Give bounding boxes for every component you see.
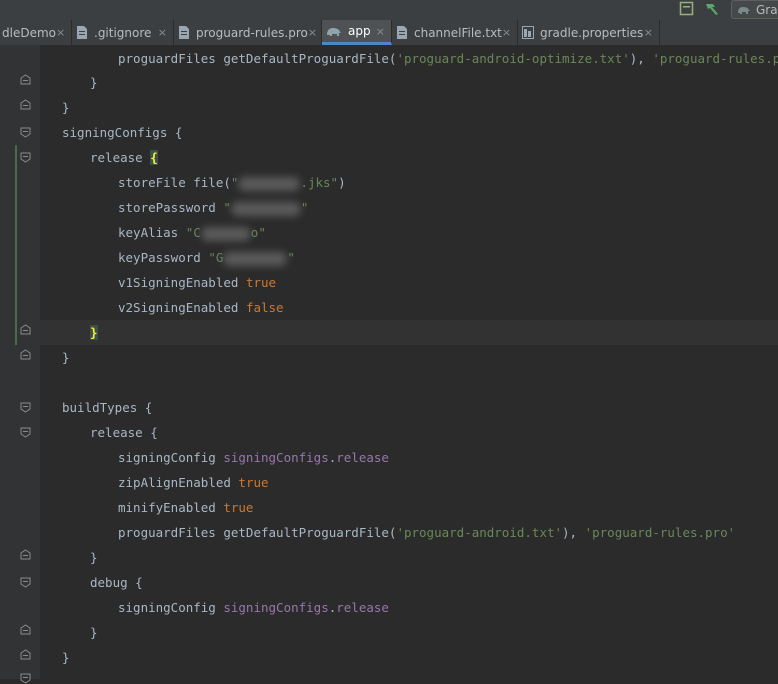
tab-label: channelFile.txt	[414, 25, 502, 40]
code-line: }	[62, 350, 70, 365]
tab-gradle-properties[interactable]: gradle.properties ×	[518, 20, 660, 45]
fold-end-icon[interactable]	[20, 624, 31, 635]
redacted-value	[230, 201, 301, 216]
fold-end-icon[interactable]	[20, 549, 31, 560]
tab-channel-file[interactable]: channelFile.txt ×	[392, 20, 518, 45]
build-hammer-icon[interactable]	[703, 1, 721, 16]
tab-label: proguard-rules.pro	[196, 25, 308, 40]
tab-gradle-demo[interactable]: dleDemo ×	[0, 20, 72, 45]
tab-gitignore[interactable]: .gitignore ×	[72, 20, 174, 45]
code-line: signingConfigs {	[62, 125, 183, 140]
tab-label: gradle.properties	[540, 25, 644, 40]
code-line: zipAlignEnabled true	[118, 475, 269, 490]
tab-proguard-rules[interactable]: proguard-rules.pro ×	[174, 20, 322, 45]
code-line: }	[90, 625, 98, 640]
editor-tab-bar: dleDemo × .gitignore × proguard-rules.pr…	[0, 20, 778, 46]
fold-end-icon[interactable]	[20, 99, 31, 110]
tab-label: app	[348, 24, 371, 38]
gradle-elephant-icon	[738, 6, 750, 14]
code-line: signingConfig signingConfigs.release	[118, 450, 389, 465]
close-icon[interactable]: ×	[502, 26, 511, 39]
code-line: release {	[90, 425, 158, 440]
code-line: }	[90, 550, 98, 565]
close-icon[interactable]: ×	[376, 25, 385, 38]
gradle-elephant-icon	[327, 27, 341, 36]
code-line: proguardFiles getDefaultProguardFile('pr…	[118, 51, 778, 66]
fold-end-icon[interactable]	[20, 649, 31, 660]
code-line: minifyEnabled true	[118, 500, 254, 515]
caret-line-highlight	[40, 320, 778, 345]
matched-brace: }	[90, 325, 98, 340]
fold-start-icon[interactable]	[20, 127, 31, 138]
fold-start-icon[interactable]	[20, 402, 31, 413]
vcs-change-marker	[15, 145, 17, 345]
code-line: keyPassword "G "	[118, 250, 295, 266]
close-icon[interactable]: ×	[308, 26, 317, 39]
code-editor[interactable]: proguardFiles getDefaultProguardFile('pr…	[0, 45, 778, 684]
fold-start-icon[interactable]	[20, 152, 31, 163]
redacted-value	[238, 176, 301, 191]
code-line: }	[62, 100, 70, 115]
text-file-icon	[397, 26, 407, 39]
code-line: v2SigningEnabled false	[118, 300, 284, 315]
redacted-value	[200, 226, 251, 241]
gradle-button[interactable]: Gra	[731, 0, 778, 19]
code-line: storePassword " "	[118, 200, 309, 216]
fold-start-icon[interactable]	[20, 577, 31, 588]
fold-end-icon[interactable]	[20, 349, 31, 360]
close-icon[interactable]: ×	[56, 26, 65, 39]
toolbar: Gra	[0, 0, 778, 20]
code-line: v1SigningEnabled true	[118, 275, 277, 290]
code-line: debug {	[90, 575, 143, 590]
tab-label: dleDemo	[2, 25, 56, 40]
code-line: signingConfig signingConfigs.release	[118, 600, 389, 615]
code-line: proguardFiles getDefaultProguardFile('pr…	[118, 525, 736, 540]
code-line: }	[90, 320, 98, 345]
fold-end-icon[interactable]	[20, 74, 31, 85]
text-file-icon	[179, 26, 189, 39]
code-line: storeFile file(" .jks")	[118, 175, 346, 191]
code-line: keyAlias "C o"	[118, 225, 266, 241]
properties-file-icon	[522, 26, 534, 39]
close-icon[interactable]: ×	[644, 26, 653, 39]
tab-label: .gitignore	[94, 25, 152, 40]
redacted-value	[223, 251, 288, 266]
tab-app[interactable]: app ×	[322, 20, 392, 45]
code-line: }	[90, 75, 98, 90]
code-line: }	[62, 650, 70, 665]
code-line: buildTypes {	[62, 400, 153, 415]
matched-brace: {	[150, 150, 158, 165]
fold-start-icon[interactable]	[20, 427, 31, 438]
fold-end-icon[interactable]	[20, 324, 31, 335]
gradle-button-label: Gra	[756, 2, 778, 17]
code-line: release {	[90, 150, 158, 165]
sdk-manager-icon[interactable]	[679, 1, 694, 16]
text-file-icon	[77, 26, 87, 39]
close-icon[interactable]: ×	[158, 26, 167, 39]
